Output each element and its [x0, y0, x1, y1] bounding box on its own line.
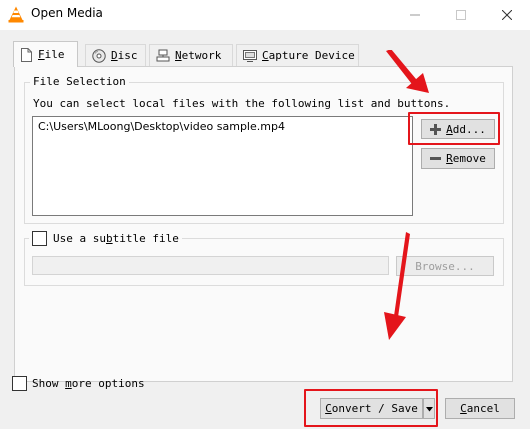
- vlc-cone-icon: [8, 6, 24, 23]
- minimize-icon: [410, 10, 420, 20]
- close-button[interactable]: [484, 0, 530, 30]
- file-icon: [20, 47, 33, 62]
- cancel-button[interactable]: Cancel: [445, 398, 515, 419]
- cancel-label: Cancel: [460, 402, 500, 415]
- red-arrow-icon: [378, 232, 414, 342]
- convert-save-highlight: [304, 389, 438, 427]
- subtitle-checkbox-label: Use a subtitle file: [53, 232, 179, 245]
- maximize-button[interactable]: [438, 0, 484, 30]
- tab-disc[interactable]: Disc: [85, 44, 146, 66]
- window-title: Open Media: [31, 6, 103, 20]
- minus-icon: [430, 153, 442, 164]
- show-more-label: Show more options: [32, 377, 145, 390]
- tab-network[interactable]: Network: [149, 44, 233, 66]
- subtitle-legend: Use a subtitle file: [29, 231, 182, 246]
- add-button-highlight: [408, 112, 500, 145]
- show-more-checkbox[interactable]: [12, 376, 27, 391]
- tab-capture-device[interactable]: Capture Device: [236, 44, 359, 66]
- file-list-item[interactable]: C:\Users\MLoong\Desktop\video sample.mp4: [33, 117, 412, 133]
- subtitle-path-field[interactable]: [32, 256, 389, 275]
- capture-device-icon: [243, 49, 257, 62]
- remove-button[interactable]: Remove: [421, 148, 495, 169]
- file-list[interactable]: C:\Users\MLoong\Desktop\video sample.mp4: [32, 116, 413, 216]
- remove-button-label: Remove: [446, 152, 486, 165]
- tab-file-label: File: [38, 48, 65, 61]
- minimize-button[interactable]: [392, 0, 438, 30]
- subtitle-checkbox[interactable]: [32, 231, 47, 246]
- network-icon: [156, 49, 170, 62]
- disc-icon: [92, 48, 106, 63]
- red-arrow-icon: [384, 49, 434, 100]
- tab-file[interactable]: File: [13, 41, 78, 67]
- show-more-options[interactable]: Show more options: [12, 376, 145, 391]
- close-icon: [502, 10, 512, 20]
- tab-network-label: Network: [175, 49, 222, 62]
- tab-disc-label: Disc: [111, 49, 138, 62]
- tab-capture-device-label: Capture Device: [262, 49, 355, 62]
- maximize-icon: [456, 10, 466, 20]
- file-selection-legend: File Selection: [30, 75, 129, 88]
